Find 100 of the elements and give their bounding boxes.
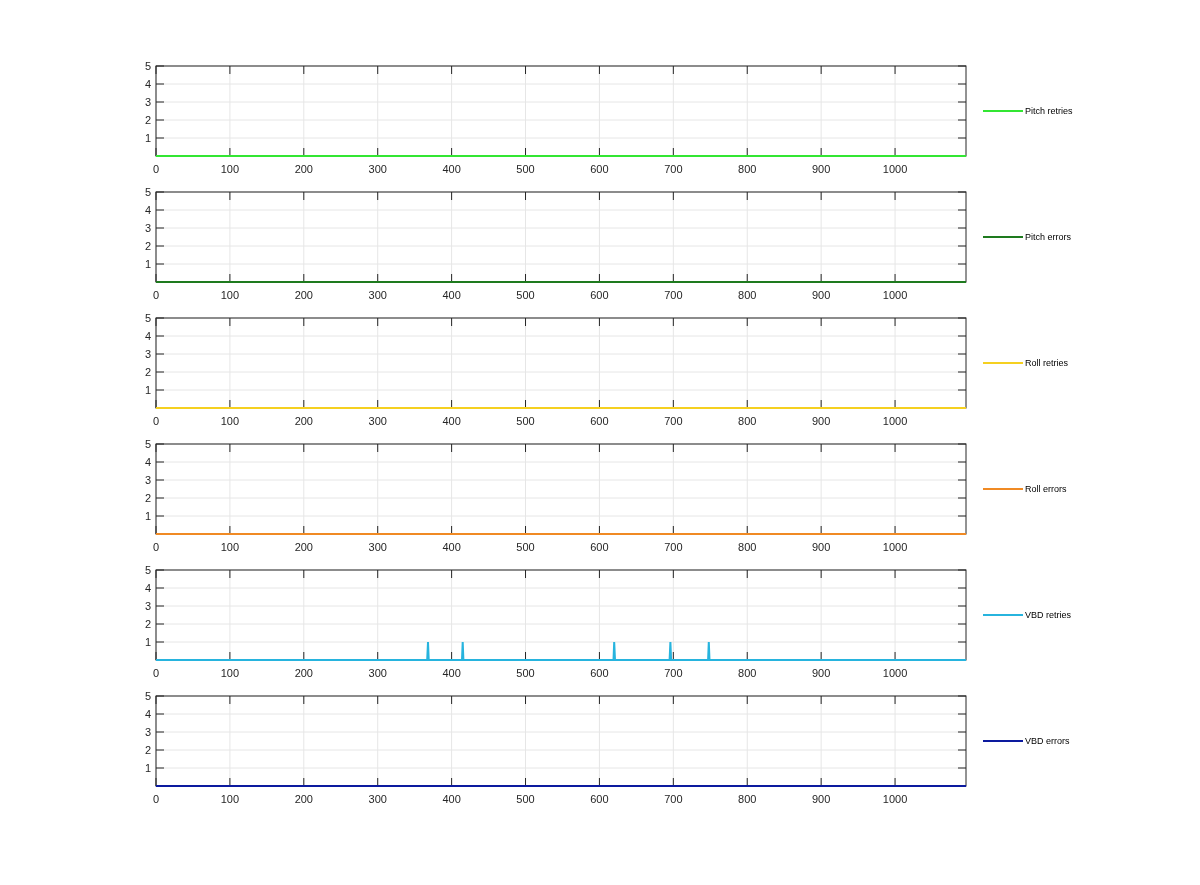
x-tick-label: 500 xyxy=(516,289,535,301)
x-tick-label: 300 xyxy=(368,415,387,427)
x-tick-label: 900 xyxy=(811,667,831,679)
legend-label: VBD retries xyxy=(1025,610,1071,620)
x-tick-label: 100 xyxy=(220,667,240,679)
x-tick-label: 400 xyxy=(442,541,461,553)
x-tick-label: 700 xyxy=(664,415,683,427)
x-tick-label: 400 xyxy=(442,163,461,175)
x-tick-label: 800 xyxy=(738,541,757,553)
x-tick-label: 200 xyxy=(294,415,313,427)
legend-label: Pitch retries xyxy=(1025,106,1073,116)
y-tick-label: 2 xyxy=(144,744,151,756)
y-tick-label: 4 xyxy=(144,78,151,90)
y-tick-label: 1 xyxy=(144,384,151,396)
x-tick-label: 800 xyxy=(738,163,757,175)
x-tick-label: 600 xyxy=(590,415,609,427)
y-tick-label: 3 xyxy=(144,600,151,612)
x-tick-label: 700 xyxy=(664,793,683,805)
x-tick-label: 0 xyxy=(152,163,160,175)
x-tick-label: 900 xyxy=(811,541,831,553)
y-tick-label: 4 xyxy=(144,330,151,342)
y-tick-label: 1 xyxy=(144,636,151,648)
x-tick-label: 500 xyxy=(516,163,535,175)
x-tick-label: 300 xyxy=(368,163,387,175)
x-tick-label: 500 xyxy=(516,415,535,427)
y-tick-label: 5 xyxy=(144,564,151,576)
x-tick-label: 200 xyxy=(294,541,313,553)
x-tick-label: 600 xyxy=(590,163,609,175)
y-tick-label: 5 xyxy=(144,60,151,72)
x-tick-label: 800 xyxy=(738,667,757,679)
x-tick-label: 700 xyxy=(664,289,683,301)
x-tick-label: 100 xyxy=(220,541,240,553)
y-tick-label: 5 xyxy=(144,312,151,324)
legend-label: Roll retries xyxy=(1025,358,1068,368)
x-tick-label: 600 xyxy=(590,541,609,553)
x-tick-label: 200 xyxy=(294,793,313,805)
y-tick-label: 3 xyxy=(144,96,151,108)
y-tick-label: 3 xyxy=(144,222,151,234)
y-tick-label: 3 xyxy=(144,726,151,738)
x-tick-label: 1000 xyxy=(882,289,908,301)
legend-label: Pitch errors xyxy=(1025,232,1071,242)
y-tick-label: 2 xyxy=(144,618,151,630)
y-tick-label: 3 xyxy=(144,474,151,486)
x-tick-label: 300 xyxy=(368,667,387,679)
x-tick-label: 300 xyxy=(368,289,387,301)
y-tick-label: 1 xyxy=(144,258,151,270)
y-tick-label: 2 xyxy=(144,366,151,378)
x-tick-label: 400 xyxy=(442,415,461,427)
y-tick-label: 5 xyxy=(144,438,151,450)
y-tick-label: 4 xyxy=(144,708,151,720)
x-tick-label: 700 xyxy=(664,163,683,175)
x-tick-label: 900 xyxy=(811,163,831,175)
y-tick-label: 2 xyxy=(144,114,151,126)
x-tick-label: 500 xyxy=(516,667,535,679)
x-tick-label: 300 xyxy=(368,541,387,553)
x-tick-label: 200 xyxy=(294,289,313,301)
y-tick-label: 1 xyxy=(144,762,151,774)
x-tick-label: 300 xyxy=(368,793,387,805)
x-tick-label: 0 xyxy=(152,793,160,805)
x-tick-label: 600 xyxy=(590,667,609,679)
y-tick-label: 2 xyxy=(144,240,151,252)
x-tick-label: 600 xyxy=(590,289,609,301)
y-tick-label: 4 xyxy=(144,204,151,216)
x-tick-label: 1000 xyxy=(882,163,908,175)
x-tick-label: 0 xyxy=(152,667,160,679)
y-tick-label: 5 xyxy=(144,186,151,198)
x-tick-label: 200 xyxy=(294,667,313,679)
x-tick-label: 1000 xyxy=(882,415,908,427)
legend-line-icon xyxy=(983,738,1023,744)
x-tick-label: 1000 xyxy=(882,667,908,679)
y-tick-label: 1 xyxy=(144,510,151,522)
x-tick-label: 800 xyxy=(738,793,757,805)
legend-line-icon xyxy=(983,486,1023,492)
x-tick-label: 0 xyxy=(152,415,160,427)
y-tick-label: 4 xyxy=(144,582,151,594)
x-tick-label: 600 xyxy=(590,793,609,805)
legend-label: VBD errors xyxy=(1025,736,1070,746)
y-tick-label: 1 xyxy=(144,132,151,144)
x-tick-label: 700 xyxy=(664,541,683,553)
x-tick-label: 900 xyxy=(811,289,831,301)
x-tick-label: 100 xyxy=(220,793,240,805)
x-tick-label: 800 xyxy=(738,289,757,301)
x-tick-label: 100 xyxy=(220,163,240,175)
x-tick-label: 1000 xyxy=(882,541,908,553)
x-tick-label: 0 xyxy=(152,541,160,553)
x-tick-label: 100 xyxy=(220,289,240,301)
x-tick-label: 500 xyxy=(516,541,535,553)
legend-label: Roll errors xyxy=(1025,484,1067,494)
y-tick-label: 4 xyxy=(144,456,151,468)
x-tick-label: 800 xyxy=(738,415,757,427)
x-tick-label: 100 xyxy=(220,415,240,427)
legend-line-icon xyxy=(983,612,1023,618)
x-tick-label: 400 xyxy=(442,793,461,805)
legend-line-icon xyxy=(983,108,1023,114)
x-tick-label: 700 xyxy=(664,667,683,679)
x-tick-label: 500 xyxy=(516,793,535,805)
y-tick-label: 3 xyxy=(144,348,151,360)
x-tick-label: 400 xyxy=(442,289,461,301)
y-tick-label: 5 xyxy=(144,690,151,702)
x-tick-label: 400 xyxy=(442,667,461,679)
